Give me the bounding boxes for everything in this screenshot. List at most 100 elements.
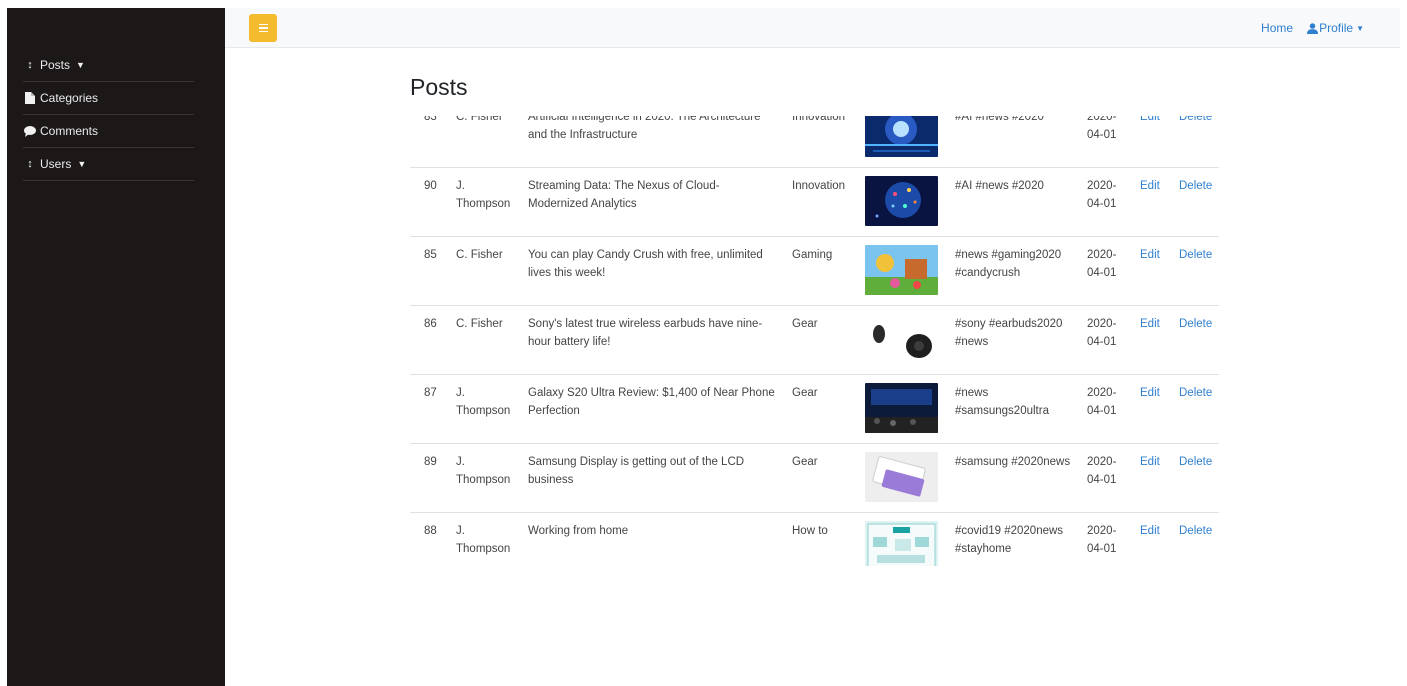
sort-arrows-icon: ↕	[27, 59, 33, 71]
data-globe-thumbnail	[865, 176, 938, 226]
sidebar: ↕ Posts ▼ Categories Comments ↕ Users ▼	[7, 8, 225, 686]
table-row: 87 J. Thompson Galaxy S20 Ultra Review: $1…	[410, 374, 1219, 444]
post-category: Gear	[792, 456, 818, 468]
post-author: J. Thompson	[456, 180, 511, 210]
caret-down-icon: ▼	[76, 60, 85, 70]
sidebar-item-label: Categories	[40, 91, 99, 105]
table-row: 89 J. Thompson Samsung Display is getting …	[410, 443, 1219, 513]
caret-down-icon: ▼	[77, 159, 87, 169]
post-tags: #sony #earbuds2020 #news	[955, 318, 1063, 348]
menu-bar-icon	[258, 23, 268, 26]
caret-down-icon: ▼	[1356, 23, 1364, 33]
profile-label: Profile	[1319, 21, 1354, 35]
post-title: Samsung Display is getting out of the LC…	[528, 456, 745, 486]
delete-link[interactable]: Delete	[1179, 249, 1212, 261]
post-tags: #samsung #2020news	[955, 456, 1071, 468]
sidebar-item-comments[interactable]: Comments	[23, 115, 194, 148]
delete-link[interactable]: Delete	[1179, 318, 1212, 330]
post-title: Sony's latest true wireless earbuds have…	[528, 318, 763, 348]
posts-table: 83 C. Fisher Artificial Intelligence in 20…	[410, 116, 1219, 566]
samsung-booth-thumbnail	[865, 383, 938, 433]
menu-bar-icon	[258, 27, 268, 29]
post-id: 90	[424, 180, 437, 192]
post-date: 2020-04-01	[1087, 116, 1117, 141]
edit-link[interactable]: Edit	[1140, 318, 1160, 330]
delete-link[interactable]: Delete	[1179, 525, 1212, 537]
post-title: You can play Candy Crush with free, unli…	[528, 249, 763, 279]
page-title: Posts	[410, 74, 468, 100]
table-row: 85 C. Fisher You can play Candy Crush with…	[410, 236, 1219, 306]
phone-display-thumbnail	[865, 452, 938, 502]
sidebar-toggle-button[interactable]	[249, 14, 277, 42]
sidebar-item-label: Comments	[40, 124, 99, 138]
post-id: 88	[424, 525, 437, 537]
post-author: J. Thompson	[456, 525, 511, 555]
post-id: 87	[424, 387, 437, 399]
delete-link[interactable]: Delete	[1179, 387, 1212, 399]
post-tags: #covid19 #2020news #stayhome	[955, 525, 1064, 555]
file-icon	[23, 92, 37, 104]
post-date: 2020-04-01	[1087, 318, 1117, 348]
edit-link[interactable]: Edit	[1140, 249, 1160, 261]
post-category: Gaming	[792, 249, 833, 261]
post-title: Working from home	[528, 525, 629, 537]
post-title: Artificial Intelligence in 2020: The Arc…	[528, 116, 761, 141]
sidebar-item-label: Posts	[40, 58, 71, 72]
post-title: Galaxy S20 Ultra Review: $1,400 of Near …	[528, 387, 775, 417]
navbar-right: Home Profile ▼	[1261, 8, 1364, 48]
post-author: J. Thompson	[456, 456, 511, 486]
post-id: 86	[424, 318, 437, 330]
post-date: 2020-04-01	[1087, 387, 1117, 417]
edit-link[interactable]: Edit	[1140, 456, 1160, 468]
posts-table-container[interactable]: 83 C. Fisher Artificial Intelligence in 20…	[410, 116, 1219, 566]
edit-link[interactable]: Edit	[1140, 525, 1160, 537]
table-row: 86 C. Fisher Sony's latest true wireless e…	[410, 305, 1219, 375]
post-author: C. Fisher	[456, 249, 503, 261]
profile-dropdown[interactable]: Profile ▼	[1307, 21, 1364, 35]
top-navbar: Home Profile ▼	[225, 8, 1400, 48]
post-date: 2020-04-01	[1087, 180, 1117, 210]
delete-link[interactable]: Delete	[1179, 456, 1212, 468]
sidebar-item-label: Users	[40, 157, 72, 171]
post-tags: #AI #news #2020	[955, 180, 1044, 192]
earbuds-thumbnail	[865, 314, 938, 364]
delete-link[interactable]: Delete	[1179, 180, 1212, 192]
post-tags: #news #samsungs20ultra	[955, 387, 1049, 417]
edit-link[interactable]: Edit	[1140, 116, 1160, 123]
sidebar-item-posts[interactable]: ↕ Posts ▼	[23, 49, 194, 82]
post-category: Gear	[792, 318, 818, 330]
post-title: Streaming Data: The Nexus of Cloud-Moder…	[528, 180, 720, 210]
table-row: 88 J. Thompson Working from home How to #cov…	[410, 512, 1219, 566]
user-icon	[1307, 22, 1319, 34]
ai-brain-thumbnail	[865, 116, 938, 157]
post-category: Gear	[792, 387, 818, 399]
home-link[interactable]: Home	[1261, 21, 1293, 35]
sidebar-item-users[interactable]: ↕ Users ▼	[23, 148, 194, 181]
post-author: J. Thompson	[456, 387, 511, 417]
post-id: 85	[424, 249, 437, 261]
edit-link[interactable]: Edit	[1140, 180, 1160, 192]
post-date: 2020-04-01	[1087, 249, 1117, 279]
table-row: 90 J. Thompson Streaming Data: The Nexus o…	[410, 167, 1219, 237]
work-from-home-thumbnail	[865, 521, 938, 566]
post-tags: #news #gaming2020 #candycrush	[955, 249, 1062, 279]
post-id: 83	[424, 116, 437, 123]
post-tags: #AI #news #2020	[955, 116, 1044, 123]
post-category: Innovation	[792, 180, 846, 192]
sort-arrows-icon: ↕	[27, 158, 33, 170]
edit-link[interactable]: Edit	[1140, 387, 1160, 399]
post-id: 89	[424, 456, 437, 468]
delete-link[interactable]: Delete	[1179, 116, 1212, 123]
post-category: Innovation	[792, 116, 846, 123]
menu-bar-icon	[258, 30, 268, 33]
post-category: How to	[792, 525, 828, 537]
post-author: C. Fisher	[456, 318, 503, 330]
candy-crush-thumbnail	[865, 245, 938, 295]
sidebar-menu: ↕ Posts ▼ Categories Comments ↕ Users ▼	[7, 49, 225, 181]
comment-icon	[23, 125, 37, 137]
post-author: C. Fisher	[456, 116, 503, 123]
table-row: 83 C. Fisher Artificial Intelligence in 20…	[410, 116, 1219, 168]
post-date: 2020-04-01	[1087, 456, 1117, 486]
post-date: 2020-04-01	[1087, 525, 1117, 555]
sidebar-item-categories[interactable]: Categories	[23, 82, 194, 115]
